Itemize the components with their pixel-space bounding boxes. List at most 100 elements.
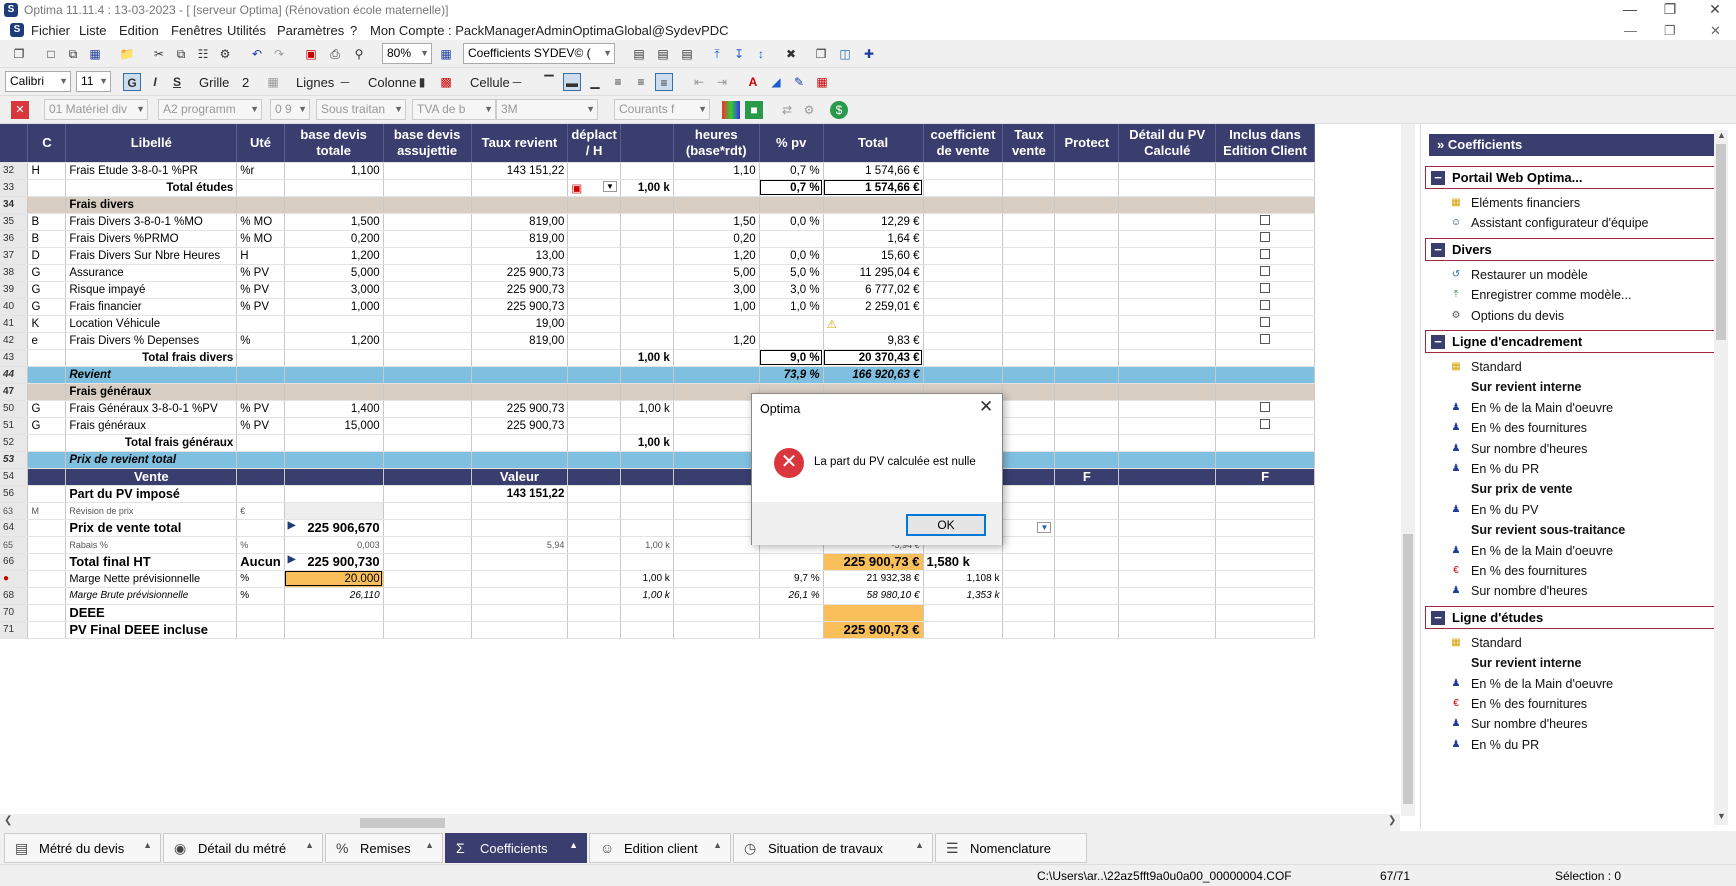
panel-item[interactable]: ▦ Eléments financiers [1447,193,1580,213]
grid-cell[interactable] [759,196,824,214]
taux-revient-cell[interactable]: 819,00 [471,332,569,350]
pct-pv-cell[interactable]: 3,0 % [759,281,824,299]
revision-input[interactable] [284,502,384,520]
label-cell[interactable]: Part du PV imposé [65,485,238,503]
row-number[interactable]: 32 [0,162,29,180]
grid-cell[interactable] [1054,349,1120,367]
k-cell[interactable] [620,213,674,231]
grid-cell[interactable] [1002,570,1056,588]
unit-cell[interactable]: % [236,332,285,350]
print-icon[interactable]: ⎙ [326,45,344,63]
total-cell[interactable]: 225 900,73 € [823,621,924,639]
total-cell[interactable]: 2 259,01 € [823,298,924,316]
grid-cell[interactable] [673,400,760,418]
grid-cell[interactable] [673,417,760,435]
menu-fenetres[interactable]: Fenêtres [171,23,222,38]
k-cell[interactable] [620,298,674,316]
code-cell[interactable]: G [27,264,67,282]
label-cell[interactable]: DEEE [65,604,238,622]
grid-cell[interactable] [27,536,67,554]
checkbox[interactable] [1260,249,1271,259]
coef-cell[interactable]: 1,108 k [923,570,1004,588]
grid-cell[interactable] [27,621,67,639]
grid-cell[interactable] [1002,485,1056,503]
grid-cell[interactable] [383,417,472,435]
grid-cell[interactable] [923,162,1004,180]
grid-cell[interactable] [923,604,1004,622]
grid-cell[interactable] [471,604,569,622]
grid-cell[interactable] [471,586,569,605]
grid-cell[interactable] [759,553,824,571]
k-cell[interactable]: 1,00 k [620,586,674,605]
row-number[interactable]: 38 [0,264,29,282]
align-left-icon[interactable]: ≡ [609,73,627,91]
total-cell[interactable]: 1,64 € [823,230,924,248]
label-cell[interactable]: Frais Généraux 3-8-0-1 %PV [65,400,238,418]
grid-cell[interactable] [236,468,285,486]
row-number[interactable]: 70 [0,604,29,622]
taux-revient-cell[interactable]: 819,00 [471,230,569,248]
font-size-select[interactable]: 11 ▼ [76,71,111,92]
panel-item[interactable]: ↺ Restaurer un modèle [1447,265,1588,285]
pct-pv-cell[interactable]: 0,0 % [759,247,824,265]
grid-cell[interactable] [759,604,824,622]
checkbox[interactable] [1260,419,1271,429]
menu-edition[interactable]: Edition [119,23,159,38]
code-cell[interactable]: B [27,213,67,231]
grid-cell[interactable] [567,553,621,571]
grid-cell[interactable] [823,196,924,214]
grid-cell[interactable] [620,468,674,486]
grid-cell[interactable] [1054,247,1120,265]
label-cell[interactable]: Frais Divers Sur Nbre Heures [65,247,238,265]
tab-detail-metre[interactable]: ◉ Détail du métré ▲ [163,833,323,863]
grid-cell[interactable] [27,586,67,605]
k-cell[interactable] [620,230,674,248]
grid-cell[interactable] [1054,553,1120,571]
grid-cell[interactable] [1118,349,1217,367]
grid-cell[interactable] [1002,586,1056,605]
panel-item[interactable]: ♟ En % des fournitures [1447,418,1588,438]
f-header[interactable]: F [1054,468,1120,486]
k-cell[interactable] [620,332,674,350]
grid-cell[interactable] [1118,247,1217,265]
label-cell[interactable]: Frais Divers % Depenses [65,332,238,350]
grid-cell[interactable] [620,553,674,571]
panel-scrollbar[interactable]: ▲ ▼ [1714,130,1728,825]
row-number[interactable]: 63 [0,502,29,520]
grid-cell[interactable] [383,366,472,384]
grid-cell[interactable] [1118,162,1217,180]
section-label[interactable]: Frais généraux [65,383,238,401]
grid-cell[interactable] [567,485,621,503]
grid-cell[interactable] [1118,468,1217,486]
k-cell[interactable] [620,264,674,282]
pct-pv-cell[interactable] [759,315,824,333]
grid-cell[interactable] [1002,366,1056,384]
code-cell[interactable]: e [27,332,67,350]
grid-cell[interactable] [1215,196,1315,214]
hours-cell[interactable]: 1,00 [673,298,760,316]
col-c[interactable]: C [27,124,67,163]
grid-cell[interactable] [567,536,621,554]
grid-cell[interactable] [620,502,674,520]
grid-cell[interactable] [673,570,760,588]
row-number[interactable]: 44 [0,366,29,384]
label-cell[interactable]: Total final HT [65,553,238,571]
dropdown-cell[interactable]: ▼ [1002,519,1056,537]
grid-cell[interactable] [284,451,384,469]
inclus-cell[interactable] [1215,298,1315,316]
panel-item[interactable]: ♟ En % du PR [1447,735,1540,755]
row-number[interactable]: 35 [0,213,29,231]
grid-cell[interactable] [1054,179,1120,197]
grid-cell[interactable] [1215,586,1315,605]
grid-cell[interactable] [1054,621,1120,639]
preview-icon[interactable]: ⚲ [350,45,368,63]
grid-cell[interactable] [1215,570,1315,588]
courants-select[interactable]: Courants f ▼ [614,99,710,120]
grid-cell[interactable] [284,196,384,214]
base-cell[interactable]: 3,000 [284,281,384,299]
grid-cell[interactable] [1118,281,1217,299]
grid-cell[interactable] [1002,196,1056,214]
k-cell[interactable]: 1,00 k [620,349,674,367]
panel-item[interactable]: ⤒ Enregistrer comme modèle... [1447,285,1632,305]
grid-horizontal-scrollbar[interactable]: ❮ ❯ [0,814,1400,831]
